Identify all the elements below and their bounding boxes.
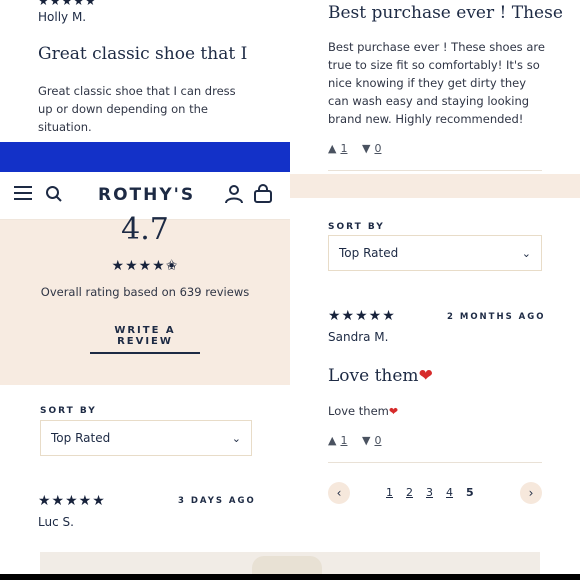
unhelpful-count: 0	[374, 434, 382, 447]
review-body-text: Love them	[328, 404, 389, 418]
brand-logo[interactable]: ROTHY'S	[98, 185, 195, 205]
next-page-button[interactable]: ›	[520, 482, 542, 504]
rating-summary: 4.7 ★★★★✬ Overall rating based on 639 re…	[0, 212, 290, 385]
bag-icon[interactable]	[253, 184, 273, 204]
top-review-body: Great classic shoe that I can dress up o…	[38, 84, 236, 134]
menu-icon[interactable]	[14, 186, 32, 202]
review-body: Best purchase ever ! These shoes are tru…	[328, 40, 545, 126]
left-review-panel: ★★★★★ Holly M. Great classic shoe that I…	[0, 0, 290, 580]
thumbs-down-icon: ▼	[362, 142, 371, 155]
unhelpful-vote[interactable]: ▼ 0	[362, 434, 381, 447]
sort-by-value: Top Rated	[339, 246, 399, 260]
chevron-down-icon: ⌄	[231, 431, 241, 445]
review-title: Best purchase ever ! These	[328, 3, 563, 23]
sort-by-value: Top Rated	[51, 431, 111, 445]
write-review-button[interactable]: WRITE A REVIEW	[90, 325, 200, 354]
heart-icon: ❤	[388, 405, 399, 418]
helpful-count: 1	[340, 434, 348, 447]
unhelpful-count: 0	[374, 142, 382, 155]
review-reviewer: Sandra M.	[328, 330, 389, 344]
page-link-2[interactable]: 2	[406, 486, 413, 499]
search-icon[interactable]	[45, 185, 63, 203]
pagination: 1 2 3 4 5	[386, 486, 474, 499]
sort-by-select[interactable]: Top Rated ⌄	[328, 235, 542, 271]
helpful-count: 1	[340, 142, 348, 155]
top-review-title: Great classic shoe that I	[38, 44, 248, 64]
account-icon[interactable]	[224, 184, 244, 204]
review-body: Love them❤	[328, 404, 398, 418]
rating-score: 4.7	[121, 212, 169, 247]
rating-stars: ★★★★✬	[111, 258, 179, 274]
review-title: Love them❤	[328, 366, 433, 386]
review-stars: ★★★★★	[328, 308, 396, 324]
page-link-4[interactable]: 4	[446, 486, 453, 499]
sort-by-label: SORT BY	[328, 222, 385, 232]
page-link-3[interactable]: 3	[426, 486, 433, 499]
top-review-reviewer: Holly M.	[38, 10, 87, 24]
unhelpful-vote[interactable]: ▼ 0	[362, 142, 381, 155]
helpful-vote[interactable]: ▲ 1	[328, 142, 347, 155]
rating-summary-text: Overall rating based on 639 reviews	[40, 285, 250, 299]
right-review-panel: Best purchase ever ! These Best purchase…	[290, 0, 580, 580]
helpful-vote[interactable]: ▲ 1	[328, 434, 347, 447]
promo-banner	[0, 142, 290, 172]
thumbs-down-icon: ▼	[362, 434, 371, 447]
heart-icon: ❤	[418, 366, 433, 386]
prev-page-button[interactable]: ‹	[328, 482, 350, 504]
peach-band	[290, 174, 580, 198]
thumbs-up-icon: ▲	[328, 434, 337, 447]
review-age: 3 DAYS AGO	[178, 496, 256, 506]
page-link-1[interactable]: 1	[386, 486, 393, 499]
chevron-down-icon: ⌄	[521, 246, 531, 260]
review-stars: ★★★★★	[38, 493, 106, 509]
divider	[328, 170, 542, 171]
thumbs-up-icon: ▲	[328, 142, 337, 155]
review-title-text: Love them	[328, 366, 419, 386]
top-review-stars: ★★★★★	[38, 0, 97, 8]
bottom-bar	[0, 574, 580, 580]
page-link-5[interactable]: 5	[466, 486, 474, 499]
review-age: 2 MONTHS AGO	[447, 312, 546, 322]
review-reviewer: Luc S.	[38, 515, 74, 529]
sort-by-label: SORT BY	[40, 406, 97, 416]
divider	[328, 462, 542, 463]
sort-by-select[interactable]: Top Rated ⌄	[40, 420, 252, 456]
